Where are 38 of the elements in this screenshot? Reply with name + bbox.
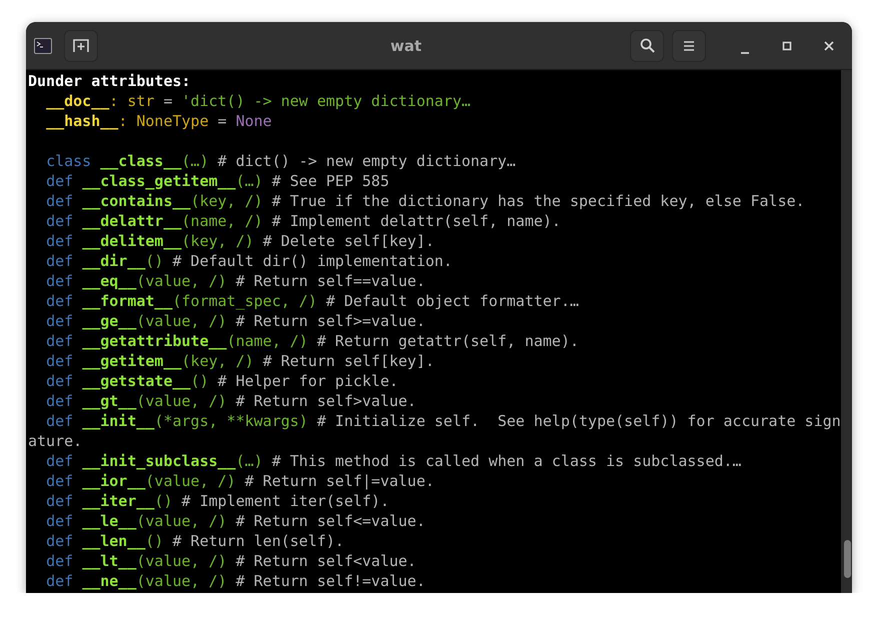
code-line: def __init__(*args, **kwargs) # Initialize self. See help(type(self)) for accurate sign	[45, 411, 841, 431]
code-line: __hash__: NoneType = None	[45, 111, 273, 131]
window-title: wat	[389, 36, 423, 54]
minimize-icon	[741, 52, 749, 54]
code-line: def __getattribute__(name, /) # Return getattr(self, name).	[45, 331, 580, 351]
code-line: def __ne__(value, /) # Return self!=value.	[45, 571, 426, 591]
code-line: __doc__: str = 'dict() -> new empty dictionary…	[45, 91, 472, 111]
scrollbar-thumb[interactable]	[844, 540, 852, 578]
menu-icon	[683, 40, 695, 52]
code-line: class __class__(…) # dict() -> new empty dictionary…	[45, 151, 517, 171]
menu-button[interactable]	[672, 30, 706, 62]
scrollbar[interactable]	[840, 70, 852, 593]
code-line: def __class_getitem__(…) # See PEP 585	[45, 171, 390, 191]
code-line: def __delitem__(key, /) # Delete self[key].	[45, 231, 436, 251]
code-line: def __gt__(value, /) # Return self>value.	[45, 391, 418, 411]
search-button[interactable]	[630, 30, 664, 62]
search-icon	[640, 38, 654, 53]
new-tab-icon	[73, 38, 89, 52]
code-line: def __len__() # Return len(self).	[45, 531, 346, 551]
code-line: def __ior__(value, /) # Return self|=value.	[45, 471, 436, 491]
code-line: def __delattr__(name, /) # Implement delattr(self, name).	[45, 211, 562, 231]
code-line: def __contains__(key, /) # True if the dictionary has the specified key, else False.	[45, 191, 806, 211]
code-line: def __getstate__() # Helper for pickle.	[45, 371, 400, 391]
code-line: def __iter__() # Implement iter(self).	[45, 491, 390, 511]
code-line: def __format__(format_spec, /) # Default object formatter.…	[45, 291, 580, 311]
code-line: def __dir__() # Default dir() implementation.	[45, 251, 454, 271]
close-icon	[824, 40, 834, 50]
new-tab-button[interactable]	[64, 30, 98, 62]
terminal-icon	[34, 38, 52, 54]
code-line: def __le__(value, /) # Return self<=value.	[45, 511, 426, 531]
code-line: ature.	[28, 431, 84, 451]
code-line: def __getitem__(key, /) # Return self[key].	[45, 351, 436, 371]
code-line: def __lt__(value, /) # Return self<value.	[45, 551, 418, 571]
code-line: def __init_subclass__(…) # This method is called when a class is subclassed.…	[45, 451, 742, 471]
section-heading: Dunder attributes:	[28, 71, 192, 91]
maximize-icon	[782, 40, 792, 50]
code-line: def __ge__(value, /) # Return self>=value.	[45, 311, 426, 331]
code-line: def __eq__(value, /) # Return self==value.	[45, 271, 426, 291]
